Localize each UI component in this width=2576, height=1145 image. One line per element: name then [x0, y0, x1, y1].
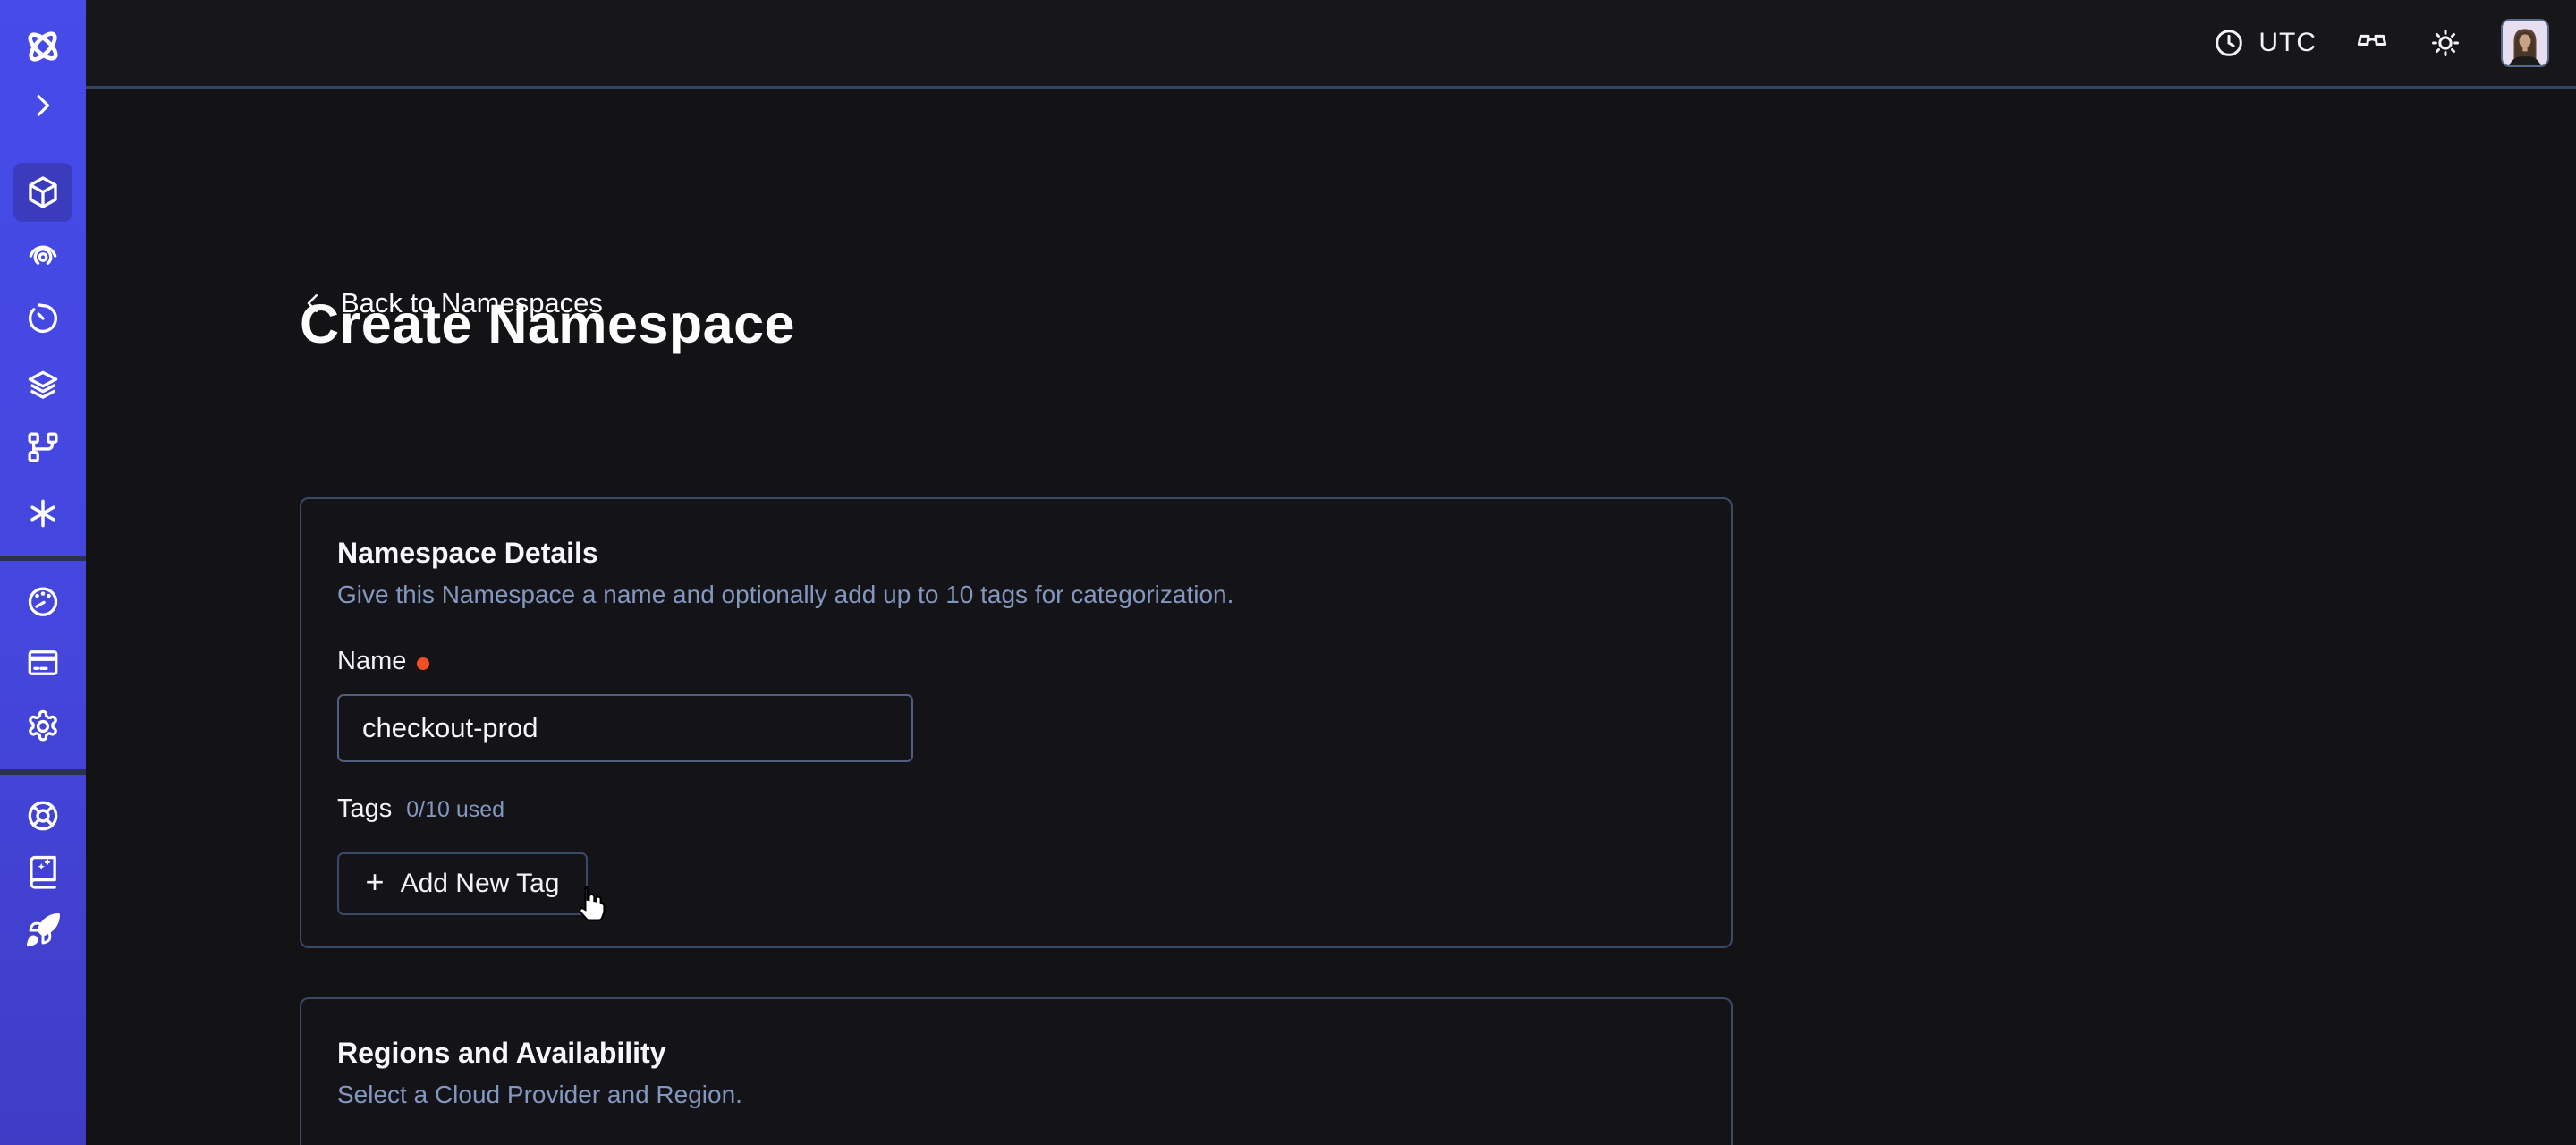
name-label: Name: [337, 647, 406, 676]
rocket-icon: [24, 912, 62, 949]
sidebar-item-home[interactable]: [13, 17, 72, 76]
card-subtitle: Give this Namespace a name and optionall…: [337, 581, 1695, 609]
workflow-branch-icon: [24, 428, 62, 466]
sidebar-item-usage[interactable]: [13, 572, 72, 631]
timezone-button[interactable]: UTC: [2212, 26, 2317, 60]
primary-sidebar: [0, 0, 86, 1145]
chevron-right-icon: [26, 89, 60, 123]
avatar-photo: [2503, 21, 2547, 65]
card-title: Namespace Details: [337, 537, 1695, 570]
asterisk-icon: [24, 495, 62, 532]
clock-icon: [2212, 26, 2246, 60]
billing-card-icon: [24, 644, 62, 682]
add-new-tag-button[interactable]: + Add New Tag: [337, 852, 588, 915]
sidebar-divider: [0, 769, 86, 775]
sidebar-item-deployments[interactable]: [13, 356, 72, 415]
sidebar-item-support[interactable]: [13, 786, 72, 845]
sidebar-divider: [0, 556, 86, 561]
sidebar-item-docs[interactable]: [13, 843, 72, 902]
layers-icon: [24, 367, 62, 404]
tags-label: Tags: [337, 794, 392, 824]
user-avatar[interactable]: [2501, 19, 2549, 67]
sidebar-expand-toggle[interactable]: [13, 83, 72, 128]
regions-availability-card: Regions and Availability Select a Cloud …: [300, 997, 1733, 1145]
namespace-name-input[interactable]: [337, 694, 913, 762]
sidebar-item-settings[interactable]: [13, 697, 72, 756]
book-sparkles-icon: [24, 853, 62, 891]
tags-count: 0/10 used: [406, 797, 504, 823]
gauge-icon: [24, 582, 62, 620]
theme-toggle-button[interactable]: [2428, 25, 2463, 61]
lifebuoy-icon: [24, 797, 62, 835]
glasses-icon: [2354, 25, 2390, 61]
timer-icon: [24, 300, 62, 337]
cube-icon: [24, 174, 62, 211]
sidebar-item-namespaces[interactable]: [13, 163, 72, 222]
add-tag-label: Add New Tag: [401, 869, 560, 899]
gear-icon: [24, 708, 62, 745]
required-dot: [417, 657, 429, 670]
sidebar-item-status[interactable]: [13, 225, 72, 284]
topbar: UTC: [86, 0, 2576, 89]
page-title: Create Namespace: [300, 293, 795, 355]
plus-icon: +: [366, 866, 385, 898]
pulse-rings-icon: [24, 236, 62, 274]
card-title: Regions and Availability: [337, 1037, 1695, 1070]
main-content: Back to Namespaces Create Namespace Name…: [86, 89, 2576, 1145]
sidebar-item-schedules[interactable]: [13, 289, 72, 348]
card-subtitle: Select a Cloud Provider and Region.: [337, 1081, 1695, 1109]
sidebar-item-nexus[interactable]: [13, 484, 72, 543]
sidebar-item-workflows[interactable]: [13, 418, 72, 477]
namespace-details-card: Namespace Details Give this Namespace a …: [300, 497, 1733, 948]
ask-ai-button[interactable]: [2354, 25, 2390, 61]
sidebar-item-getting-started[interactable]: [13, 901, 72, 960]
temporal-logo-icon: [20, 23, 66, 70]
sidebar-item-billing[interactable]: [13, 633, 72, 692]
timezone-label: UTC: [2258, 28, 2317, 58]
sun-icon: [2428, 25, 2463, 61]
